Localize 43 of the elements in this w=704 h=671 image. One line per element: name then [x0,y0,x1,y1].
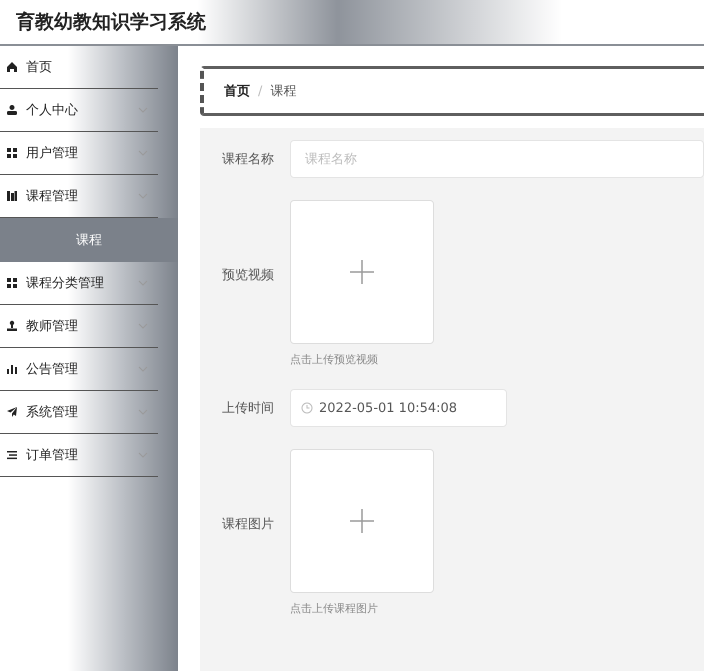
upload-hint: 点击上传预览视频 [290,352,379,367]
bar-chart-icon [6,363,18,375]
stamp-icon [6,320,18,332]
menu-item[interactable]: 教师管理 [0,305,158,348]
upload-box[interactable] [290,449,434,593]
date-time-field[interactable]: 2022-05-01 10:54:08 [290,389,507,427]
menu-item[interactable]: 课程分类管理 [0,262,158,305]
menu-item[interactable]: 个人中心 [0,89,158,132]
list-icon [6,449,18,461]
chevron-down-icon [138,193,148,199]
chevron-down-icon [138,280,148,286]
grid-icon [6,147,18,159]
submenu-item[interactable]: 课程 [0,218,178,262]
paper-plane-icon [6,406,18,418]
field-label: 上传时间 [222,400,275,417]
grid-icon [6,277,18,289]
upload-box[interactable] [290,200,434,344]
menu-item[interactable]: 公告管理 [0,348,158,391]
chevron-down-icon [138,452,148,458]
home-icon [6,61,18,73]
book-icon [6,190,18,202]
field-label: 预览视频 [222,267,275,284]
field-label: 课程图片 [222,516,275,533]
menu-item[interactable]: 用户管理 [0,132,158,175]
menu-item[interactable]: 订单管理 [0,434,158,477]
chevron-down-icon [138,323,148,329]
user-icon [6,104,18,116]
clock-icon [301,402,313,414]
breadcrumb-separator: / [258,84,262,98]
chevron-down-icon [138,366,148,372]
menu-item[interactable]: 首页 [0,46,158,89]
chevron-down-icon [138,409,148,415]
plus-icon [350,509,374,533]
app-title: 育教幼教知识学习系统 [16,10,206,35]
field-label: 课程名称 [222,151,275,168]
breadcrumb-link[interactable]: 课程 [270,82,296,100]
chevron-down-icon [138,107,148,113]
plus-icon [350,260,374,284]
upload-hint: 点击上传课程图片 [290,601,379,616]
input-field[interactable]: 课程名称 [290,140,704,178]
menu-item[interactable]: 系统管理 [0,391,158,434]
chevron-down-icon [138,150,148,156]
breadcrumb-link[interactable]: 首页 [224,82,250,100]
